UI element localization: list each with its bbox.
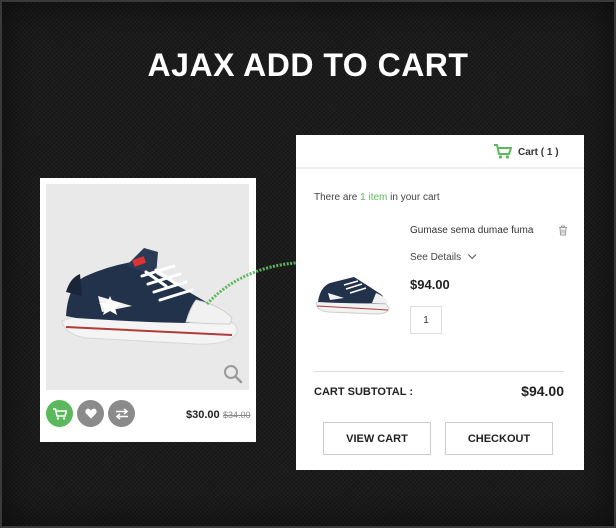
cart-summary-prefix: There are: [314, 192, 361, 203]
quantity-input[interactable]: 1: [410, 306, 442, 334]
chevron-down-icon: [468, 250, 477, 260]
cart-dropdown-panel: Cart ( 1 ) There are 1 item in your cart…: [296, 135, 584, 470]
cart-summary: There are 1 item in your cart: [314, 192, 440, 203]
checkout-button[interactable]: CHECKOUT: [445, 422, 553, 455]
cart-header[interactable]: Cart ( 1 ): [296, 135, 584, 169]
cart-item-thumbnail[interactable]: [314, 273, 390, 315]
cart-item-name[interactable]: Gumase sema dumae fuma: [410, 225, 533, 236]
trash-icon[interactable]: [558, 225, 568, 236]
cart-item-count: 1 item: [360, 192, 388, 203]
cart-subtotal-value: $94.00: [521, 383, 564, 399]
cart-item-price: $94.00: [410, 277, 450, 292]
cart-divider: [314, 371, 564, 372]
cart-summary-suffix: in your cart: [387, 192, 440, 203]
cart-icon: [494, 144, 512, 159]
cart-count-label[interactable]: Cart ( 1 ): [518, 147, 559, 158]
cart-subtotal-label: CART SUBTOTAL :: [314, 386, 413, 398]
view-cart-button[interactable]: VIEW CART: [323, 422, 431, 455]
see-details-label: See Details: [410, 252, 462, 263]
see-details-toggle[interactable]: See Details: [410, 250, 477, 263]
